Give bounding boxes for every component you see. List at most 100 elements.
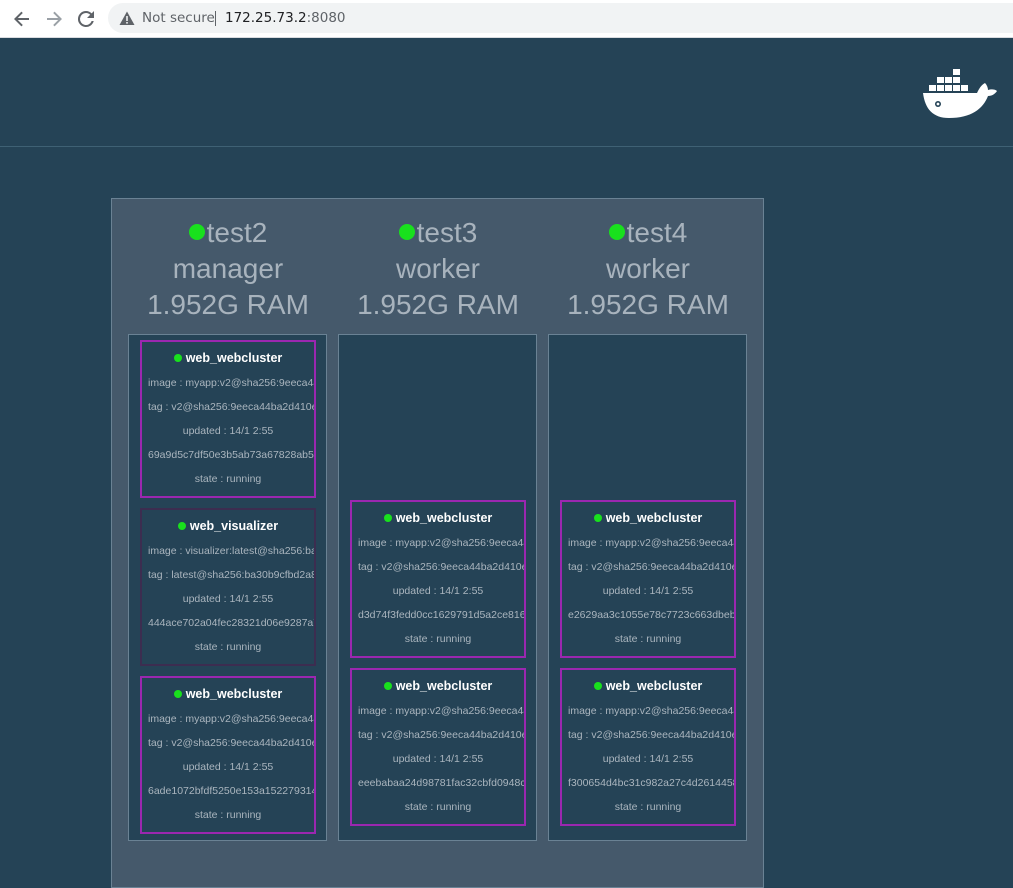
task-title: web_webcluster [562,511,734,525]
task-status-dot [173,689,182,698]
task-image: image : myapp:v2@sha256:9eeca44ba2d410e5 [358,537,524,549]
address-bar[interactable]: Not secure 172.25.73.2:8080 [108,3,1013,33]
task-card[interactable]: web_webcluster image : myapp:v2@sha256:9… [140,340,316,498]
task-title: web_webcluster [352,679,524,693]
task-id: e2629aa3c1055e78c7723c663dbeb7 [568,609,736,621]
task-tag: tag : v2@sha256:9eeca44ba2d410e5 [358,561,526,573]
arrow-right-icon [47,11,62,27]
warning-triangle-icon [119,11,135,25]
node-ram: 1.952G RAM [357,289,519,320]
node-column-test4: web_webcluster image : myapp:v2@sha256:9… [548,334,747,841]
url-text[interactable]: 172.25.73.2:8080 [225,10,346,26]
task-id: 69a9d5c7df50e3b5ab73a67828ab56 [148,449,316,461]
task-status-dot [177,521,186,530]
node-name: test2 [128,215,328,251]
task-tag: tag : v2@sha256:9eeca44ba2d410e5 [568,729,736,741]
task-state: state : running [404,801,472,813]
node-status-dot [398,223,415,240]
task-tag: tag : v2@sha256:9eeca44ba2d410e5 [148,737,316,749]
task-state: state : running [614,801,682,813]
node-name: test4 [548,215,748,251]
task-image: image : myapp:v2@sha256:9eeca44ba2d410e5 [568,705,734,717]
task-id: f300654d4bc31c982a27c4d26144580 [568,777,736,789]
task-id: eeebabaa24d98781fac32cbfd0948ce [358,777,526,789]
task-updated: updated : 14/1 2:55 [392,585,484,597]
task-card[interactable]: web_webcluster image : myapp:v2@sha256:9… [350,500,526,658]
node-column-test3: web_webcluster image : myapp:v2@sha256:9… [338,334,537,841]
task-title: web_webcluster [562,679,734,693]
task-title-text: web_webcluster [185,687,283,701]
node-column-test2: web_webcluster image : myapp:v2@sha256:9… [128,334,327,841]
task-state: state : running [404,633,472,645]
task-id: 6ade1072bfdf5250e153a152279314 [148,785,316,797]
task-tag: tag : latest@sha256:ba30b9cfbd2a86 [148,569,316,581]
task-updated: updated : 14/1 2:55 [182,425,274,437]
task-updated: updated : 14/1 2:55 [182,761,274,773]
node-name: test3 [338,215,538,251]
task-updated: updated : 14/1 2:55 [182,593,274,605]
task-updated: updated : 14/1 2:55 [392,753,484,765]
task-state: state : running [194,641,262,653]
task-title-text: web_webcluster [395,511,493,525]
task-updated: updated : 14/1 2:55 [602,753,694,765]
task-image: image : myapp:v2@sha256:9eeca44ba2d410e5 [148,713,314,725]
task-tag: tag : v2@sha256:9eeca44ba2d410e5 [358,729,526,741]
swarm-cluster: test2 manager 1.952G RAM web_webcluster … [111,198,764,888]
task-id: d3d74f3fedd0cc1629791d5a2ce816f [358,609,526,621]
task-image: image : myapp:v2@sha256:9eeca44ba2d410e5 [358,705,524,717]
reload-icon [77,10,94,27]
node-header-test2: test2 manager 1.952G RAM [128,215,328,323]
node-header-test3: test3 worker 1.952G RAM [338,215,538,323]
task-title-text: web_webcluster [395,679,493,693]
task-status-dot [593,681,602,690]
node-role: worker [395,253,480,284]
task-status-dot [173,353,182,362]
task-state: state : running [194,809,262,821]
task-title-text: web_webcluster [605,679,703,693]
security-status[interactable]: Not secure [142,10,215,26]
node-role: worker [605,253,690,284]
node-status-dot [608,223,625,240]
task-title: web_webcluster [142,351,314,365]
task-card[interactable]: web_webcluster image : myapp:v2@sha256:9… [560,668,736,826]
task-state: state : running [614,633,682,645]
url-host: 172.25.73.2 [225,10,307,26]
arrow-left-icon [14,11,29,27]
task-card[interactable]: web_webcluster image : myapp:v2@sha256:9… [140,676,316,834]
node-name-text: test2 [206,217,268,248]
task-updated: updated : 14/1 2:55 [602,585,694,597]
task-card[interactable]: web_visualizer image : visualizer:latest… [140,508,316,666]
task-image: image : myapp:v2@sha256:9eeca44ba2d410e5 [148,377,314,389]
task-title: web_visualizer [142,519,314,533]
task-image: image : visualizer:latest@sha256:ba30b9 [148,545,316,557]
task-card[interactable]: web_webcluster image : myapp:v2@sha256:9… [560,500,736,658]
task-tag: tag : v2@sha256:9eeca44ba2d410e5 [568,561,736,573]
node-header-test4: test4 worker 1.952G RAM [548,215,748,323]
task-state: state : running [194,473,262,485]
task-title-text: web_webcluster [185,351,283,365]
node-ram: 1.952G RAM [567,289,729,320]
node-name-text: test3 [416,217,478,248]
reload-button[interactable] [74,7,98,31]
browser-toolbar: Not secure 172.25.73.2:8080 [0,0,1013,38]
docker-whale-icon [923,69,997,118]
task-status-dot [383,513,392,522]
task-title-text: web_visualizer [189,519,279,533]
task-title: web_webcluster [142,687,314,701]
task-status-dot [383,681,392,690]
url-port: :8080 [306,10,346,26]
task-title: web_webcluster [352,511,524,525]
url-divider [215,11,216,26]
task-image: image : myapp:v2@sha256:9eeca44ba2d410e5 [568,537,734,549]
node-status-dot [188,223,205,240]
task-card[interactable]: web_webcluster image : myapp:v2@sha256:9… [350,668,526,826]
header-divider [0,146,1013,147]
task-status-dot [593,513,602,522]
node-role: manager [172,253,284,284]
node-ram: 1.952G RAM [147,289,309,320]
forward-button[interactable] [42,7,66,31]
task-title-text: web_webcluster [605,511,703,525]
task-tag: tag : v2@sha256:9eeca44ba2d410e5 [148,401,316,413]
task-id: 444ace702a04fec28321d06e9287a75 [148,617,316,629]
back-button[interactable] [10,7,34,31]
